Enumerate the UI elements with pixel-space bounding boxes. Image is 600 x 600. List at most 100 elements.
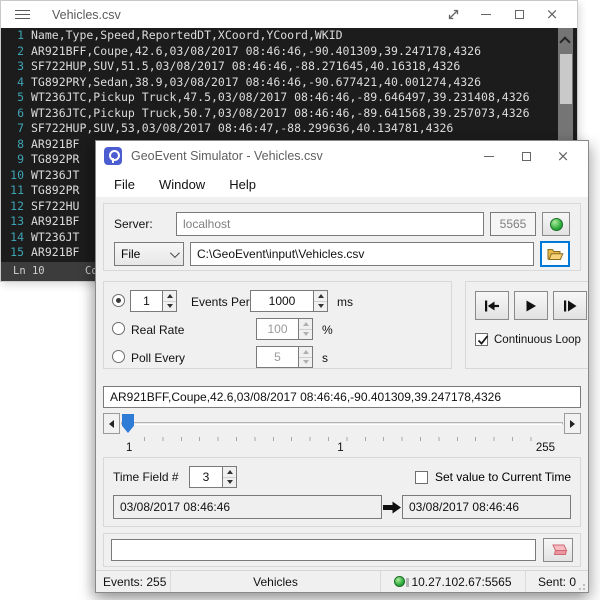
sim-titlebar: GeoEvent Simulator - Vehicles.csv × (96, 141, 588, 171)
time-field-value: 3 (190, 467, 222, 487)
line-number: 15 (1, 245, 31, 261)
line-number: 13 (1, 214, 31, 230)
minimize-button[interactable] (480, 147, 498, 165)
connect-button[interactable] (542, 212, 570, 236)
set-current-time-checkbox[interactable] (415, 471, 428, 484)
check-icon (476, 333, 490, 347)
spin-down-icon[interactable] (314, 301, 327, 312)
play-button[interactable] (514, 291, 548, 320)
rate-group: 1 Events Per 1000 ms Real Rate 100 (103, 281, 452, 369)
eraser-icon (548, 543, 568, 557)
slider-min-label: 1 (126, 442, 132, 454)
file-path-input[interactable] (190, 242, 534, 266)
line-text: AR921BF (31, 214, 79, 230)
sim-statusbar: Events: 255 Vehicles 10.27.102.67:5565 S… (96, 570, 588, 592)
time-field-group: Time Field # 3 Set value to Current Time (103, 457, 581, 527)
line-text: WT236JTC,Pickup Truck,47.5,03/08/2017 08… (31, 90, 530, 106)
csv-line: 1Name,Type,Speed,ReportedDT,XCoord,YCoor… (1, 28, 577, 44)
menu-window[interactable]: Window (159, 177, 205, 192)
maximize-button[interactable] (517, 147, 535, 165)
line-text: AR921BFF,Coupe,42.6,03/08/2017 08:46:46,… (31, 44, 481, 60)
line-text: TG892PR (31, 183, 79, 199)
clear-button[interactable] (543, 538, 573, 562)
server-label: Server: (114, 217, 170, 231)
slider-left-arrow[interactable] (103, 413, 120, 434)
line-number: 3 (1, 59, 31, 75)
play-icon (525, 300, 537, 312)
line-number: 9 (1, 152, 31, 168)
csv-line: 7SF722HUP,SUV,53,03/08/2017 08:46:47,-88… (1, 121, 577, 137)
csv-line: 6WT236JTC,Pickup Truck,50.7,03/08/2017 0… (1, 106, 577, 122)
connection-group: Server: File (103, 203, 581, 271)
events-count-spinner[interactable]: 1 (130, 290, 177, 312)
slider-current-label: 1 (337, 442, 343, 454)
interval-value: 1000 (251, 291, 313, 311)
spin-up-icon[interactable] (314, 291, 327, 301)
step-button[interactable] (553, 291, 587, 320)
csv-line: 4TG892PRY,Sedan,38.9,03/08/2017 08:46:46… (1, 75, 577, 91)
csv-window-title: Vehicles.csv (52, 8, 121, 22)
line-number: 12 (1, 199, 31, 215)
real-rate-radio[interactable] (112, 322, 125, 335)
close-button[interactable]: × (554, 147, 572, 165)
scrollbar-thumb[interactable] (560, 54, 572, 104)
server-address-status: 10.27.102.67:5565 (411, 575, 511, 589)
connection-status-icon (550, 218, 563, 231)
spin-up-icon (299, 319, 312, 329)
time-from-field[interactable] (113, 495, 382, 519)
events-per-label: Events Per (191, 295, 250, 309)
slider-right-arrow[interactable] (564, 413, 581, 434)
spin-up-icon[interactable] (223, 467, 236, 477)
server-port-input[interactable] (490, 212, 536, 236)
poll-every-radio[interactable] (112, 350, 125, 363)
minimize-button[interactable] (477, 6, 495, 24)
line-text: SF722HU (31, 199, 79, 215)
real-rate-label: Real Rate (131, 323, 184, 337)
csv-line: 3SF722HUP,SUV,51.5,03/08/2017 08:46:46,-… (1, 59, 577, 75)
connection-green-icon (394, 576, 405, 587)
server-host-input[interactable] (176, 212, 484, 236)
slider-track[interactable] (121, 422, 563, 425)
slider-thumb[interactable] (122, 414, 134, 433)
skip-to-start-button[interactable] (475, 291, 509, 320)
line-text: TG892PR (31, 152, 79, 168)
geoevent-logo-icon (104, 147, 122, 165)
continuous-loop-checkbox[interactable] (475, 333, 488, 346)
line-number: 10 (1, 168, 31, 184)
poll-unit-label: s (322, 351, 328, 365)
menu-help[interactable]: Help (229, 177, 256, 192)
line-number: 4 (1, 75, 31, 91)
hamburger-icon[interactable] (15, 7, 30, 22)
slider-labels: 1 1 255 (103, 442, 581, 455)
current-event-field[interactable]: AR921BFF,Coupe,42.6,03/08/2017 08:46:46,… (103, 386, 581, 408)
continuous-loop-label: Continuous Loop (494, 334, 581, 346)
step-icon (563, 300, 577, 312)
sim-body: Server: File (96, 197, 588, 570)
real-rate-value: 100 (257, 319, 298, 339)
events-per-radio[interactable] (112, 294, 125, 307)
resize-grip[interactable] (576, 580, 586, 590)
spin-down-icon[interactable] (223, 477, 236, 488)
time-field-spinner[interactable]: 3 (189, 466, 237, 488)
source-type-select[interactable]: File (114, 242, 184, 266)
interval-spinner[interactable]: 1000 (250, 290, 328, 312)
expand-icon[interactable] (444, 6, 462, 24)
line-number: 7 (1, 121, 31, 137)
line-text: SF722HUP,SUV,51.5,03/08/2017 08:46:46,-8… (31, 59, 460, 75)
events-count-status: Events: 255 (96, 571, 171, 592)
scroll-up-icon[interactable] (561, 36, 569, 44)
menu-file[interactable]: File (114, 177, 135, 192)
maximize-button[interactable] (510, 6, 528, 24)
line-text: AR921BF (31, 137, 79, 153)
menubar: File Window Help (96, 171, 588, 197)
poll-every-label: Poll Every (131, 351, 185, 365)
browse-file-button[interactable] (540, 241, 570, 267)
event-position-slider[interactable] (103, 413, 581, 434)
spin-down-icon[interactable] (163, 301, 176, 312)
close-button[interactable]: × (543, 6, 561, 24)
message-field[interactable] (111, 539, 536, 561)
poll-value: 5 (257, 347, 298, 367)
spin-down-icon (299, 357, 312, 368)
spin-up-icon[interactable] (163, 291, 176, 301)
time-to-field[interactable] (402, 495, 571, 519)
